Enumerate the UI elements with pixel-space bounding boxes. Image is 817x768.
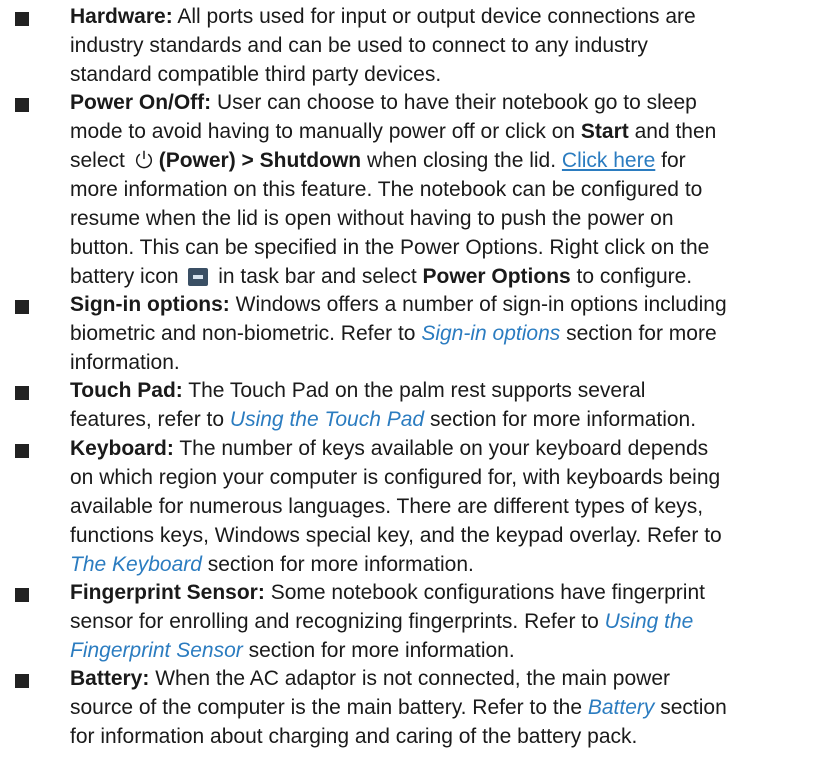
power-options-label: Power Options: [422, 265, 571, 288]
start-label: Start: [580, 120, 629, 143]
touch-pad-link[interactable]: Using the Touch Pad: [230, 408, 424, 431]
list-item-battery: Battery: When the AC adaptor is not conn…: [70, 664, 730, 751]
square-bullet-icon: [15, 300, 29, 314]
square-bullet-icon: [15, 674, 29, 688]
square-bullet-icon: [15, 98, 29, 112]
item-title: Touch Pad:: [70, 379, 183, 402]
item-text: when closing the lid.: [361, 149, 562, 172]
battery-link[interactable]: Battery: [588, 696, 655, 719]
item-title: Hardware:: [70, 5, 173, 28]
item-text: section for more information.: [201, 553, 474, 576]
keyboard-link[interactable]: The Keyboard: [70, 553, 202, 576]
square-bullet-icon: [15, 386, 29, 400]
item-title: Power On/Off:: [70, 91, 212, 114]
item-title: Fingerprint Sensor:: [70, 581, 265, 604]
item-text: to configure.: [570, 265, 693, 288]
square-bullet-icon: [15, 588, 29, 602]
list-item-touchpad: Touch Pad: The Touch Pad on the palm res…: [70, 376, 730, 434]
power-shutdown-label: (Power) > Shutdown: [158, 149, 362, 172]
square-bullet-icon: [15, 444, 29, 458]
item-title: Battery:: [70, 667, 150, 690]
sign-in-options-link[interactable]: Sign-in options: [421, 322, 560, 345]
list-item-fingerprint: Fingerprint Sensor: Some notebook config…: [70, 578, 730, 665]
item-text: in task bar and select: [212, 265, 423, 288]
click-here-link[interactable]: Click here: [562, 149, 655, 172]
list-item-keyboard: Keyboard: The number of keys available o…: [70, 434, 730, 579]
list-item-hardware: Hardware: All ports used for input or ou…: [70, 2, 730, 89]
item-text: section for more information.: [242, 639, 515, 662]
item-title: Sign-in options:: [70, 293, 230, 316]
list-item-signin: Sign-in options: Windows offers a number…: [70, 290, 730, 377]
item-title: Keyboard:: [70, 437, 174, 460]
battery-icon: [188, 268, 209, 286]
list-item-power: Power On/Off: User can choose to have th…: [70, 88, 730, 291]
power-icon: [135, 150, 152, 169]
square-bullet-icon: [15, 12, 29, 26]
item-text: section for more information.: [424, 408, 697, 431]
item-text: When the AC adaptor is not connected, th…: [70, 667, 671, 719]
